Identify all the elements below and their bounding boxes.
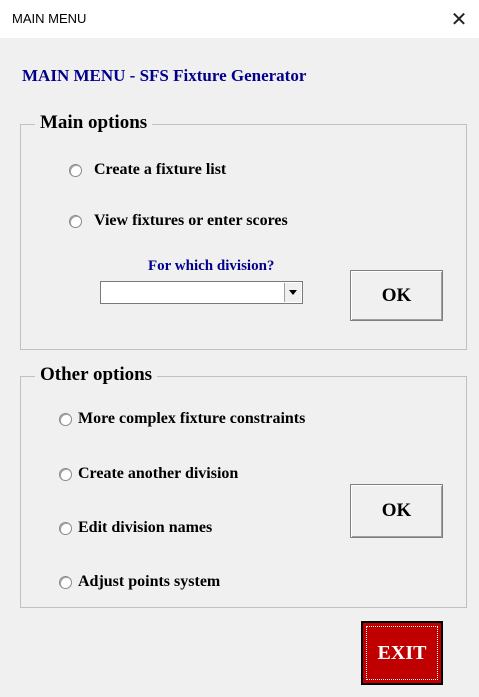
radio-adjust-points[interactable]: Adjust points system	[59, 573, 220, 591]
radio-button[interactable]	[69, 214, 82, 228]
main-ok-button[interactable]: OK	[350, 270, 443, 321]
division-prompt: For which division?	[148, 258, 275, 274]
radio-label: Create a fixture list	[94, 161, 227, 178]
radio-create-fixture-list[interactable]: Create a fixture list	[69, 161, 226, 179]
radio-button[interactable]	[59, 467, 72, 481]
radio-button[interactable]	[59, 575, 72, 589]
radio-button[interactable]	[69, 163, 82, 177]
radio-create-division[interactable]: Create another division	[59, 465, 238, 483]
radio-label: Adjust points system	[78, 573, 221, 590]
page-title: MAIN MENU - SFS Fixture Generator	[22, 66, 307, 85]
title-bar: MAIN MENU ✕	[0, 0, 479, 38]
radio-complex-constraints[interactable]: More complex fixture constraints	[59, 410, 305, 428]
radio-label: View fixtures or enter scores	[94, 212, 288, 229]
radio-view-fixtures[interactable]: View fixtures or enter scores	[69, 212, 288, 230]
division-select[interactable]	[100, 281, 303, 304]
radio-button[interactable]	[59, 412, 72, 426]
radio-label: More complex fixture constraints	[78, 410, 306, 427]
radio-button[interactable]	[59, 521, 72, 535]
other-options-label: Other options	[35, 364, 158, 386]
chevron-down-icon	[289, 290, 297, 295]
radio-label: Create another division	[78, 465, 239, 482]
close-icon[interactable]: ✕	[439, 0, 479, 38]
radio-label: Edit division names	[78, 519, 213, 536]
window-title: MAIN MENU	[12, 11, 87, 26]
main-options-label: Main options	[35, 112, 153, 134]
exit-button[interactable]: EXIT	[361, 621, 443, 685]
radio-edit-division-names[interactable]: Edit division names	[59, 519, 212, 537]
other-ok-button[interactable]: OK	[350, 484, 443, 538]
dropdown-button[interactable]	[284, 283, 301, 302]
